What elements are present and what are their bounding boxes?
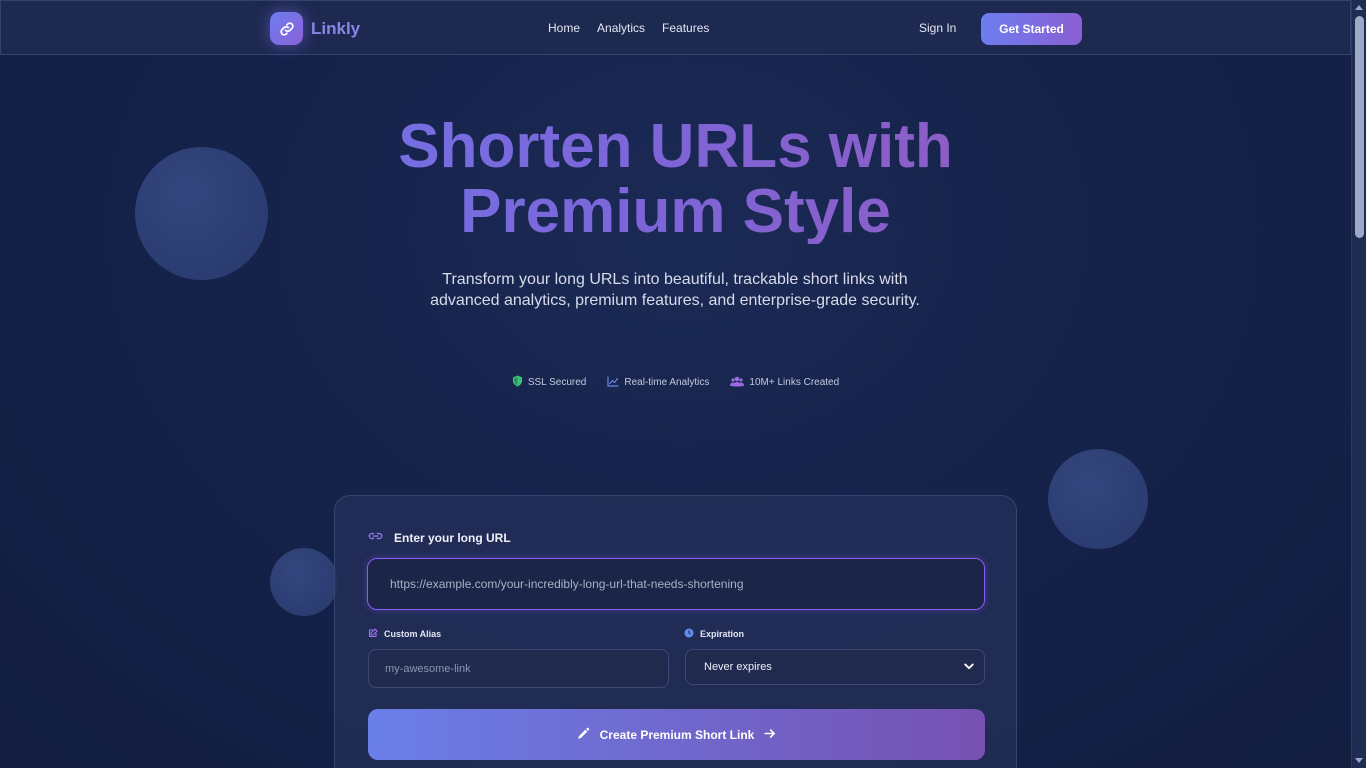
brand-name: Linkly: [311, 18, 361, 38]
users-icon: [730, 376, 745, 390]
scroll-up-arrow[interactable]: [1355, 5, 1363, 10]
shield-icon: [512, 375, 523, 390]
badge-analytics: Real-time Analytics: [607, 375, 709, 390]
badge-links-created: 10M+ Links Created: [730, 375, 839, 390]
badge-ssl: SSL Secured: [512, 375, 587, 390]
sign-in-link[interactable]: Sign In: [919, 21, 956, 35]
get-started-button[interactable]: Get Started: [981, 13, 1082, 45]
create-short-link-button[interactable]: Create Premium Short Link: [368, 709, 985, 760]
decorative-orb: [1048, 449, 1148, 549]
hero-title-line-1: Shorten URLs with: [0, 114, 1351, 179]
edit-icon: [368, 628, 378, 640]
hero-subtitle: Transform your long URLs into beautiful,…: [430, 271, 920, 309]
nav-link-home[interactable]: Home: [548, 21, 580, 35]
create-short-link-label: Create Premium Short Link: [599, 727, 755, 742]
badge-label: Real-time Analytics: [624, 377, 710, 388]
hero-title: Shorten URLs with Premium Style: [0, 114, 1351, 244]
chevron-down-icon: [964, 661, 974, 673]
expiration-select[interactable]: Never expires: [685, 649, 985, 685]
scroll-down-arrow[interactable]: [1355, 758, 1363, 763]
nav-link-features[interactable]: Features: [662, 21, 709, 35]
nav-link-analytics[interactable]: Analytics: [597, 21, 645, 35]
badge-label: 10M+ Links Created: [749, 377, 840, 388]
arrow-right-icon: [764, 728, 776, 742]
link-icon: [368, 530, 383, 545]
chart-line-icon: [607, 375, 619, 390]
trust-badges: SSL Secured Real-time Analytics 10M+ Lin…: [0, 375, 1351, 390]
scroll-thumb[interactable]: [1355, 16, 1364, 238]
expiration-selected-value: Never expires: [704, 661, 772, 673]
custom-alias-input[interactable]: [368, 649, 669, 688]
hero-title-line-2: Premium Style: [0, 179, 1351, 244]
expiration-label: Expiration: [684, 628, 744, 640]
long-url-input[interactable]: [367, 558, 985, 610]
nav-links: Home Analytics Features: [548, 21, 726, 35]
badge-label: SSL Secured: [527, 377, 587, 388]
decorative-orb: [270, 548, 338, 616]
shorten-form-card: Enter your long URL Custom Alias Expirat…: [334, 495, 1017, 768]
logo[interactable]: Linkly: [270, 12, 360, 45]
navbar: Linkly Home Analytics Features Sign In G…: [0, 0, 1351, 55]
url-field-label: Enter your long URL: [368, 530, 511, 545]
pencil-icon: [577, 727, 590, 743]
clock-icon: [684, 628, 694, 640]
link-icon: [270, 12, 303, 45]
custom-alias-label: Custom Alias: [368, 628, 441, 640]
page-scrollbar[interactable]: [1351, 0, 1366, 768]
